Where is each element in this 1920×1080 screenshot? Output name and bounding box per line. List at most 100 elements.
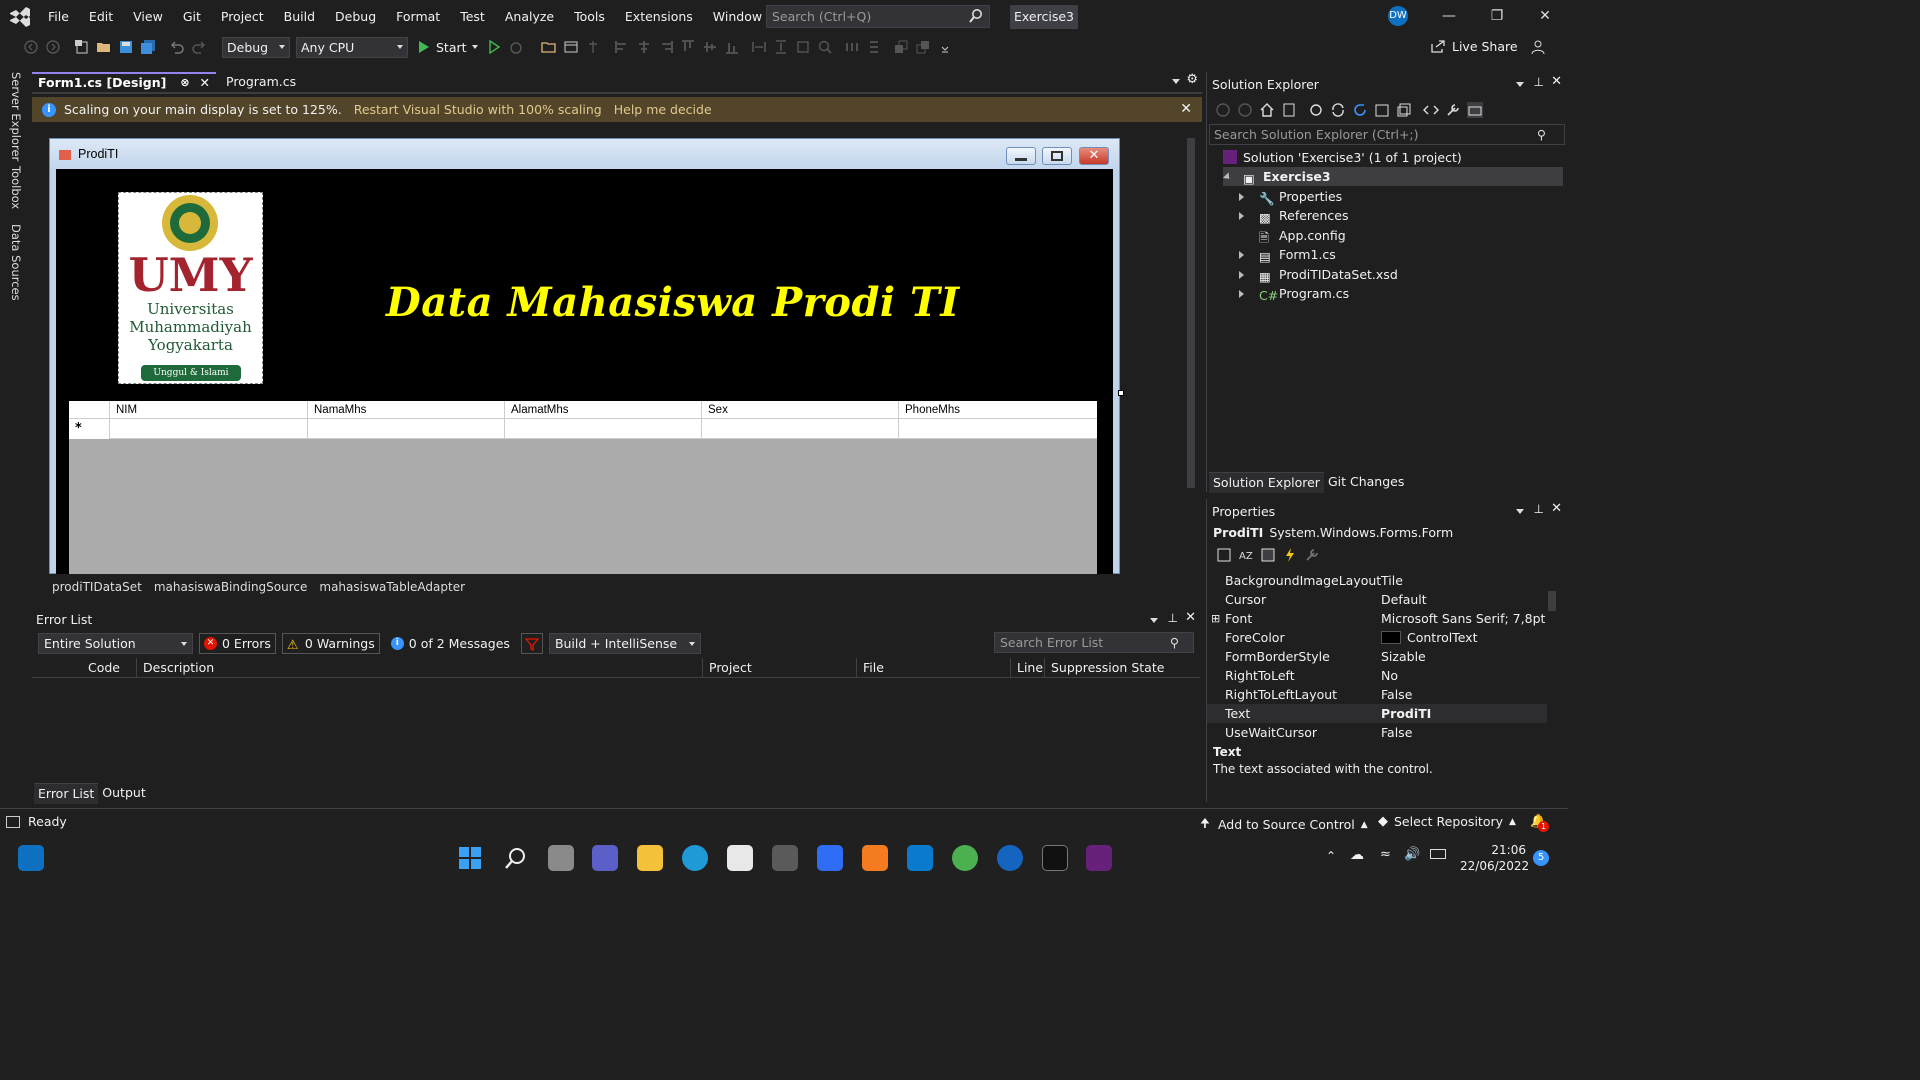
property-value[interactable]: False [1381,685,1412,704]
windows-start-icon[interactable] [458,846,482,870]
new-project-icon[interactable] [74,39,90,55]
property-value[interactable]: ProdiTI [1381,704,1431,723]
menu-format[interactable]: Format [386,0,450,33]
show-all-files-icon[interactable] [1396,102,1412,118]
configuration-select[interactable]: Debug [222,36,290,58]
make-same-width-icon[interactable] [751,39,767,55]
add-to-source-control-button[interactable]: 🠉 Add to Source Control ▲ [1200,814,1368,835]
toolbox-tab[interactable]: Toolbox [9,166,23,209]
messages-filter-button[interactable]: i 0 of 2 Messages [386,633,515,654]
tab-solution-explorer[interactable]: Solution Explorer [1209,471,1324,493]
wifi-icon[interactable]: ≈ [1380,847,1391,862]
table-row[interactable]: * [69,419,1097,439]
tree-item-form1[interactable]: ▤ Form1.cs [1237,245,1336,264]
collapse-all-icon[interactable] [1374,102,1390,118]
designer-scrollbar[interactable] [1184,124,1198,572]
search-icon[interactable] [504,846,528,870]
notification-badge[interactable]: 5 [1533,850,1549,866]
pending-changes-icon[interactable] [1308,102,1324,118]
property-value[interactable]: No [1381,666,1398,685]
align-bottoms-icon[interactable] [724,39,740,55]
menu-view[interactable]: View [123,0,173,33]
property-row[interactable]: RightToLeft No [1207,666,1547,685]
property-value[interactable]: ControlText [1407,628,1477,647]
save-icon[interactable] [118,39,134,55]
property-row[interactable]: ⊞ Font Microsoft Sans Serif; 7,8pt [1207,609,1547,628]
tray-table-adapter[interactable]: mahasiswaTableAdapter [319,580,465,594]
teams-chat-icon[interactable] [592,845,618,871]
panel-menu-icon[interactable] [1516,82,1524,87]
alphabetical-icon[interactable]: AZ [1238,547,1254,563]
expand-icon[interactable] [1239,251,1244,259]
file-explorer-icon[interactable] [637,845,663,871]
property-value[interactable]: Default [1381,590,1427,609]
close-button[interactable]: ✕ [1522,0,1568,33]
grid-cell[interactable] [898,419,1097,439]
restart-link[interactable]: Restart Visual Studio with 100% scaling [354,98,602,122]
minimize-button[interactable]: — [1426,0,1472,33]
events-icon[interactable] [1282,547,1298,563]
menu-tools[interactable]: Tools [564,0,615,33]
pin-icon[interactable]: ⊥ [1168,611,1178,625]
tab-overflow-icon[interactable] [1172,79,1180,84]
pin-icon[interactable]: ⊗ [180,73,189,93]
tree-solution[interactable]: Solution 'Exercise3' (1 of 1 project) [1223,148,1462,167]
bring-to-front-icon[interactable] [893,39,909,55]
properties-view-icon[interactable] [1260,547,1276,563]
terminal-icon[interactable] [1042,845,1068,871]
redo-icon[interactable] [191,39,207,55]
unity-icon[interactable] [772,845,798,871]
menu-project[interactable]: Project [211,0,274,33]
property-row-selected[interactable]: Text ProdiTI [1207,704,1547,723]
data-sources-tab[interactable]: Data Sources [9,224,23,301]
vscode-icon[interactable] [907,845,933,871]
property-row[interactable]: FormBorderStyle Sizable [1207,647,1547,666]
tree-item-app-config[interactable]: 🗎 App.config [1237,226,1346,245]
app-icon[interactable] [997,845,1023,871]
property-value[interactable]: Microsoft Sans Serif; 7,8pt [1381,609,1545,628]
close-panel-icon[interactable]: ✕ [1185,610,1196,625]
align-lefts-icon[interactable] [614,39,630,55]
expand-icon[interactable] [1239,271,1244,279]
forward-icon[interactable] [45,39,61,55]
resize-handle[interactable] [1118,390,1124,396]
close-panel-icon[interactable]: ✕ [1551,74,1562,89]
undo-icon[interactable] [169,39,185,55]
view-designer-icon[interactable] [1467,102,1483,118]
zoom-icon[interactable] [817,39,833,55]
align-tops-icon[interactable] [680,39,696,55]
warnings-filter-button[interactable]: ⚠ 0 Warnings [281,632,380,654]
view-code-icon[interactable] [1423,102,1439,118]
browse-folder-icon[interactable] [540,39,557,55]
user-avatar[interactable]: DW [1388,6,1408,26]
property-pages-icon[interactable] [1304,547,1320,563]
menu-git[interactable]: Git [173,0,211,33]
forward-icon[interactable] [1237,102,1253,118]
property-value[interactable]: False [1381,723,1412,737]
umy-logo[interactable]: UMY Universitas Muhammadiyah Yogyakarta … [118,192,263,384]
output-window-icon[interactable] [6,815,20,828]
align-centers-icon[interactable] [636,39,652,55]
send-to-back-icon[interactable] [915,39,931,55]
pin-icon[interactable]: ⊥ [1534,502,1544,516]
home-icon[interactable] [1259,102,1275,118]
open-folder-icon[interactable] [96,39,112,55]
tree-item-references[interactable]: ▩ References [1237,206,1348,225]
column-suppression-state[interactable]: Suppression State [1044,658,1172,678]
tree-project[interactable]: ▣ Exercise3 [1222,167,1563,186]
close-panel-icon[interactable]: ✕ [1551,501,1562,516]
close-tab-icon[interactable]: ✕ [200,73,210,93]
switch-views-icon[interactable] [1281,102,1297,118]
property-row[interactable]: BackgroundImageLayout Tile [1207,571,1547,590]
column-header-namamhs[interactable]: NamaMhs [307,401,504,419]
task-view-icon[interactable] [548,845,574,871]
gear-icon[interactable]: ⚙ [1186,72,1198,87]
notifications-button[interactable]: 🔔 1 [1530,813,1549,832]
horizontal-spacing-icon[interactable] [844,39,860,55]
tree-item-dataset[interactable]: ▦ ProdiTIDataSet.xsd [1237,265,1398,284]
chevron-up-icon[interactable]: ⌃ [1326,849,1336,863]
panel-menu-icon[interactable] [1150,618,1158,623]
xampp-icon[interactable] [862,845,888,871]
toolbar-overflow-icon[interactable] [937,39,953,55]
edge-browser-icon[interactable] [682,845,708,871]
